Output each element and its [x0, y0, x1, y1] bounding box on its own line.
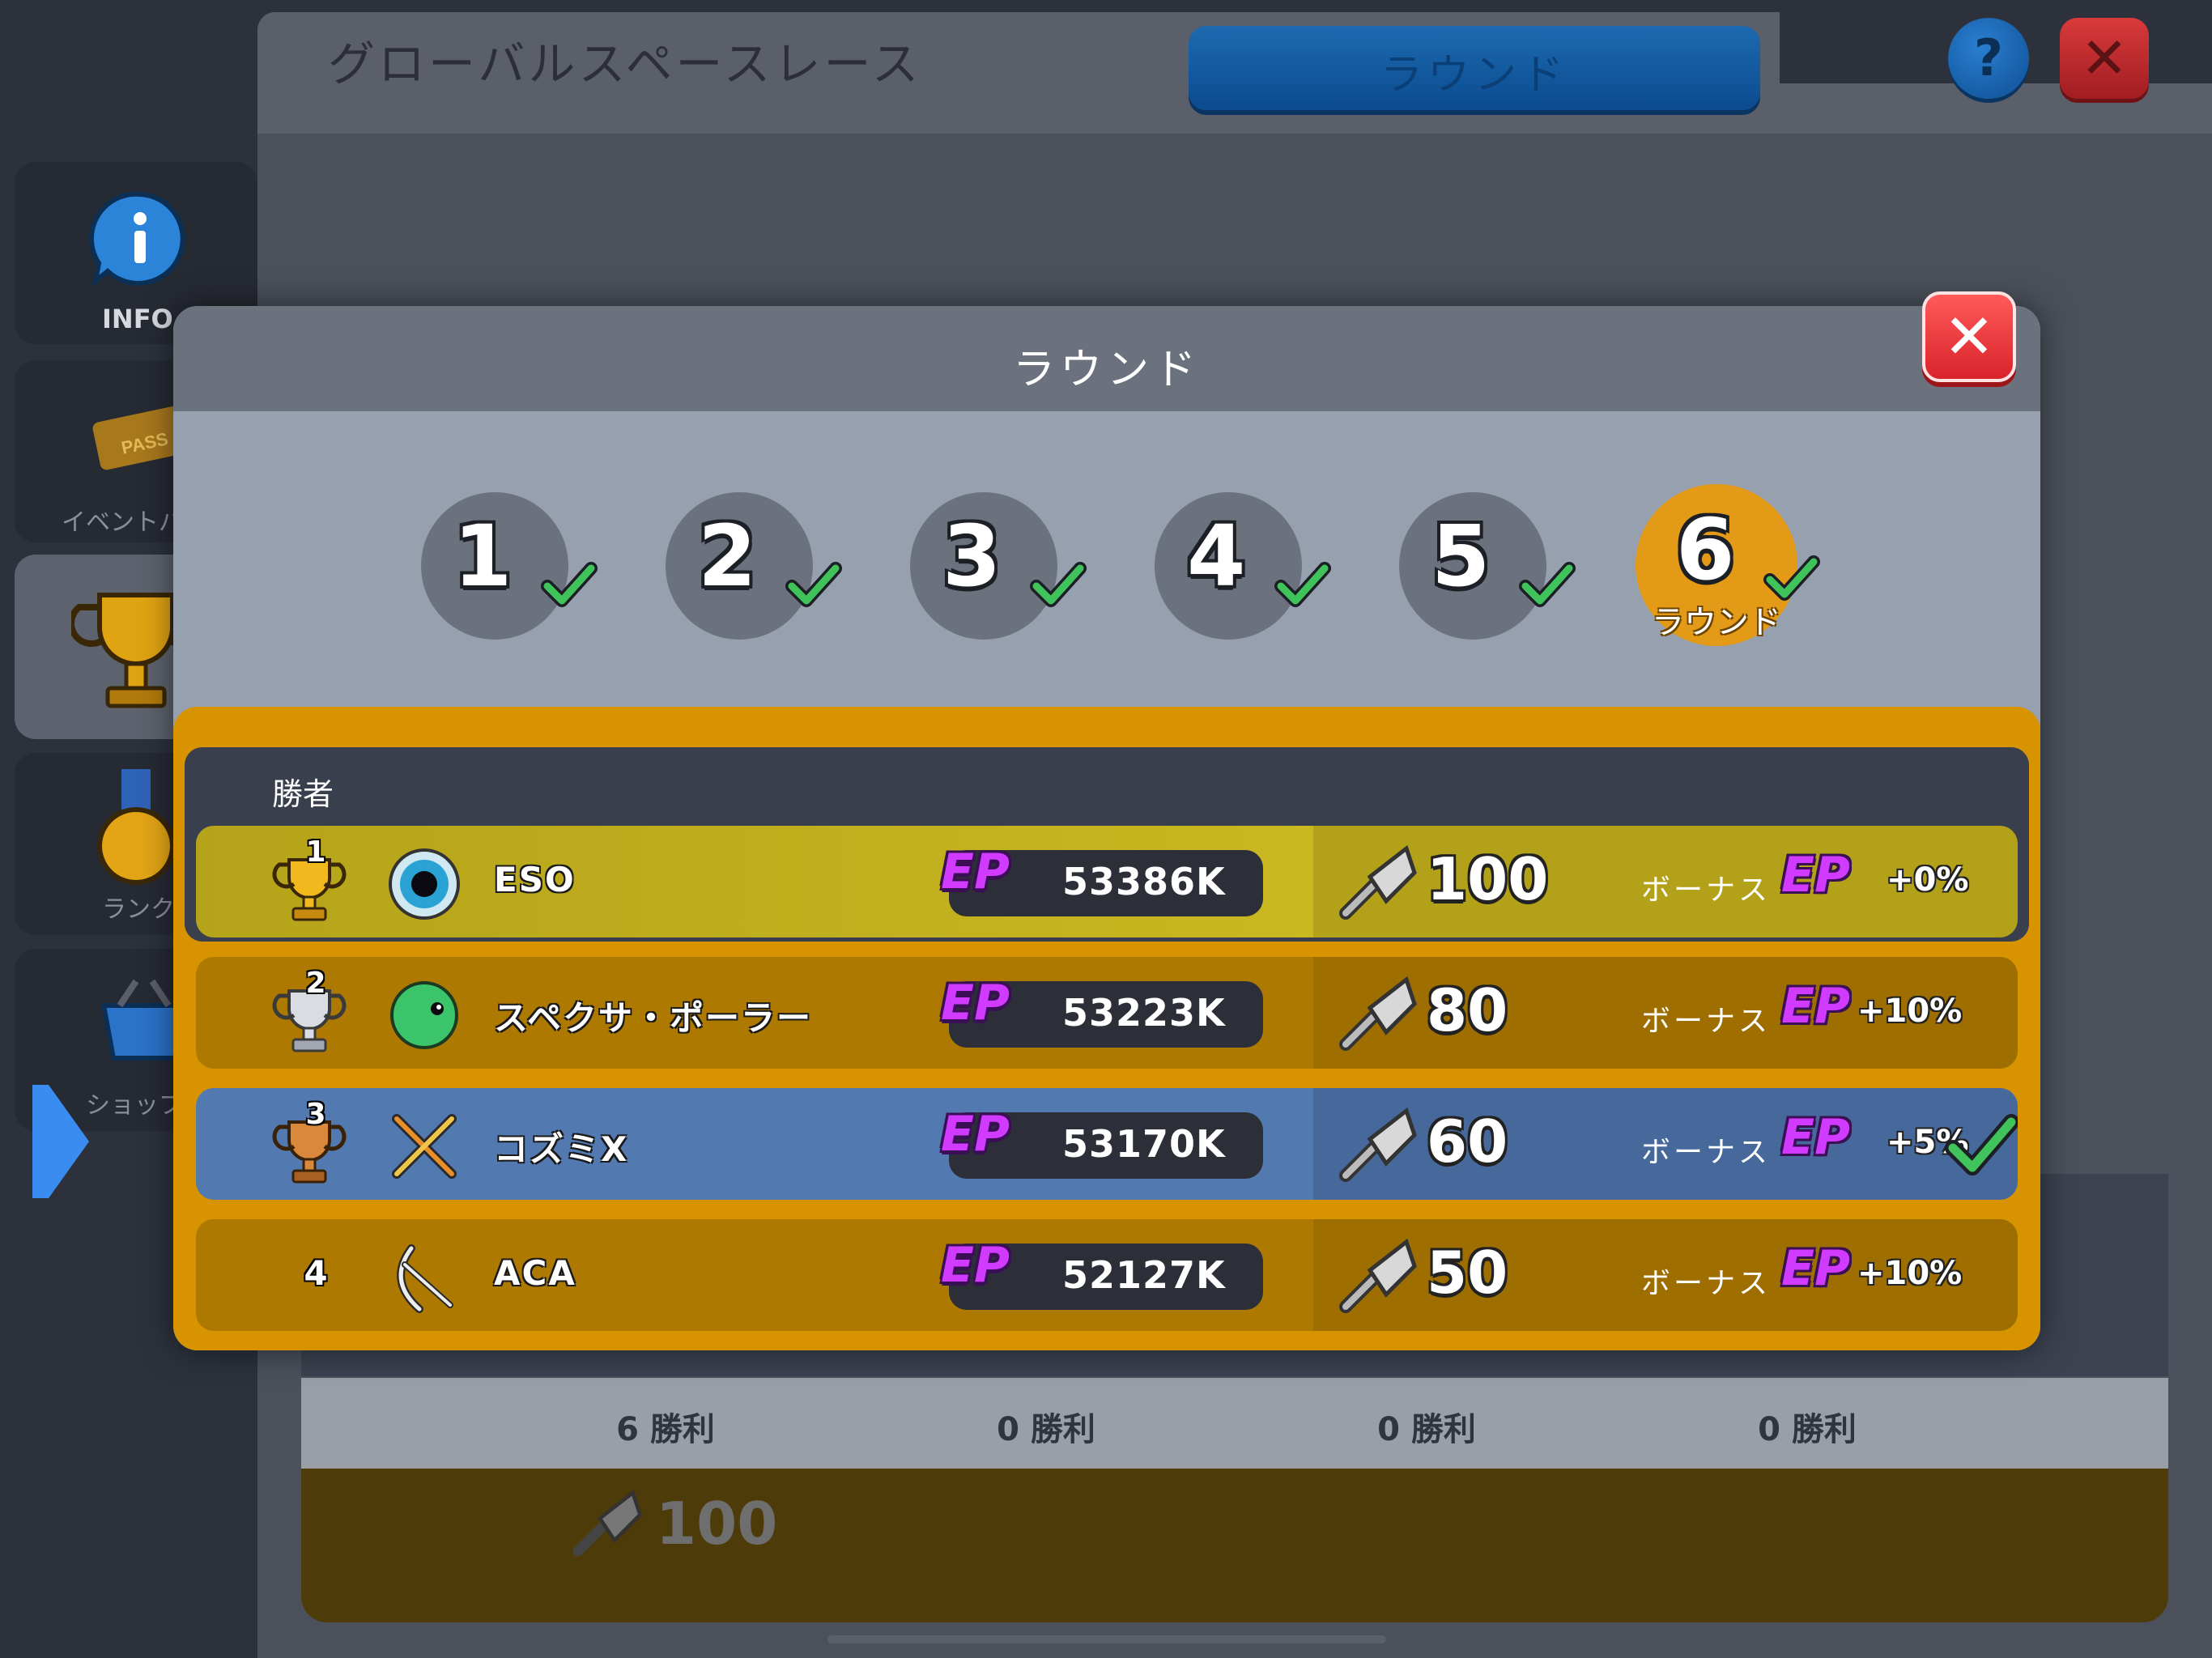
rounds-modal: ラウンド 1 2 3 4 5 6 ラウンド 勝者 1 ESO EP 53386K… [173, 306, 2040, 1350]
bonus-percent: +0% [1887, 861, 1969, 899]
bonus-label: ボーナス [1641, 1136, 1772, 1169]
round-number: 2 [698, 507, 757, 606]
rank-number: 2 [305, 967, 326, 1000]
winner-label: 勝者 [272, 776, 334, 812]
player-name: コズミX [494, 1129, 629, 1169]
modal-close-button[interactable]: ✕ [1922, 291, 2016, 382]
ep-icon: EP [941, 844, 1010, 900]
key-icon [1339, 844, 1417, 920]
rank-number: 3 [305, 1098, 326, 1131]
page-title: グローバルスペースレース [328, 36, 922, 91]
reward-value: 100 [656, 1490, 778, 1558]
ep-value: 53386K [1062, 860, 1226, 903]
home-indicator[interactable] [827, 1635, 1386, 1643]
player-name: スペクサ・ポーラー [494, 998, 813, 1038]
leaderboard-row-4[interactable]: 4 ACA EP 52127K 50 ボーナス EP +10% [196, 1219, 2018, 1331]
close-icon: ✕ [2080, 25, 2129, 91]
round-2[interactable]: 2 [666, 492, 842, 640]
ep-icon: EP [1781, 847, 1850, 903]
tab-round[interactable]: ラウンド [1189, 26, 1760, 110]
key-reward: 100 [1427, 845, 1549, 913]
ep-value: 52127K [1062, 1253, 1226, 1297]
key-icon [1339, 1107, 1417, 1182]
check-icon [541, 562, 598, 607]
round-number: 5 [1431, 507, 1491, 606]
ep-value: 53223K [1062, 991, 1226, 1035]
medal-icon [97, 769, 175, 885]
ep-value: 53170K [1062, 1122, 1226, 1166]
tab-round-label: ラウンド [1380, 51, 1568, 100]
current-player-marker-icon [32, 1085, 89, 1198]
question-icon: ? [1974, 28, 2003, 87]
ep-icon: EP [1781, 1240, 1850, 1297]
leaderboard-row-2[interactable]: 2 スペクサ・ポーラー EP 53223K 80 ボーナス EP +10% [196, 957, 2018, 1069]
key-icon [1339, 976, 1417, 1051]
reward-section: 80 ボーナス EP +10% [1313, 957, 2018, 1069]
ep-icon: EP [941, 975, 1010, 1031]
check-icon [1274, 562, 1331, 607]
round-number: 4 [1187, 507, 1246, 606]
close-icon: ✕ [1943, 300, 1995, 372]
green-creature-icon [390, 981, 458, 1049]
round-5[interactable]: 5 [1399, 492, 1576, 640]
key-reward: 60 [1427, 1107, 1508, 1175]
key-icon [1339, 1238, 1417, 1313]
rank-number: 4 [304, 1253, 328, 1293]
bow-icon [397, 1244, 453, 1313]
info-icon [88, 191, 185, 287]
ep-icon: EP [1781, 1109, 1850, 1166]
team-wins-2: 0 勝利 [997, 1411, 1095, 1448]
modal-title: ラウンド [1012, 346, 1201, 394]
reward-section: 50 ボーナス EP +10% [1313, 1219, 2018, 1331]
team-wins-3: 0 勝利 [1377, 1411, 1476, 1448]
team-wins-4: 0 勝利 [1758, 1411, 1857, 1448]
check-icon [1030, 562, 1087, 607]
round-number: 3 [942, 507, 1002, 606]
selected-check-icon [1945, 1114, 2018, 1175]
blackhole-icon [389, 848, 460, 920]
help-button[interactable]: ? [1948, 18, 2029, 99]
crossed-swords-icon [392, 1114, 457, 1179]
round-current-label: ラウンド [1652, 604, 1781, 641]
reward-section: 60 ボーナス EP +5% [1313, 1088, 2018, 1200]
bonus-percent: +10% [1857, 1255, 1963, 1292]
player-name: ESO [494, 860, 576, 899]
check-icon [1519, 562, 1576, 607]
bonus-label: ボーナス [1641, 874, 1772, 907]
team-wins-1: 6 勝利 [616, 1411, 715, 1448]
ep-icon: EP [941, 1237, 1010, 1294]
round-4[interactable]: 4 [1155, 492, 1331, 640]
round-1[interactable]: 1 [421, 492, 598, 640]
ep-icon: EP [1781, 978, 1850, 1035]
leaderboard-row-3-self[interactable]: 3 コズミX EP 53170K 60 ボーナス EP +5% [196, 1088, 2018, 1200]
rank-number: 1 [305, 835, 326, 869]
round-number: 1 [453, 507, 513, 606]
player-name: ACA [494, 1253, 576, 1293]
check-icon [785, 562, 842, 607]
reward-section: 100 ボーナス EP +0% [1313, 826, 2018, 937]
bonus-label: ボーナス [1641, 1267, 1772, 1300]
round-3[interactable]: 3 [910, 492, 1087, 640]
round-number: 6 [1676, 500, 1735, 599]
round-6-current[interactable]: 6 ラウンド [1636, 484, 1820, 646]
key-reward: 50 [1427, 1239, 1508, 1307]
close-screen-button[interactable]: ✕ [2060, 18, 2149, 99]
leaderboard-row-1[interactable]: 1 ESO EP 53386K 100 ボーナス EP +0% [196, 826, 2018, 937]
ep-icon: EP [941, 1106, 1010, 1163]
key-icon [572, 1490, 643, 1557]
bonus-label: ボーナス [1641, 1005, 1772, 1038]
bonus-percent: +10% [1857, 993, 1963, 1030]
key-reward: 80 [1427, 976, 1508, 1044]
